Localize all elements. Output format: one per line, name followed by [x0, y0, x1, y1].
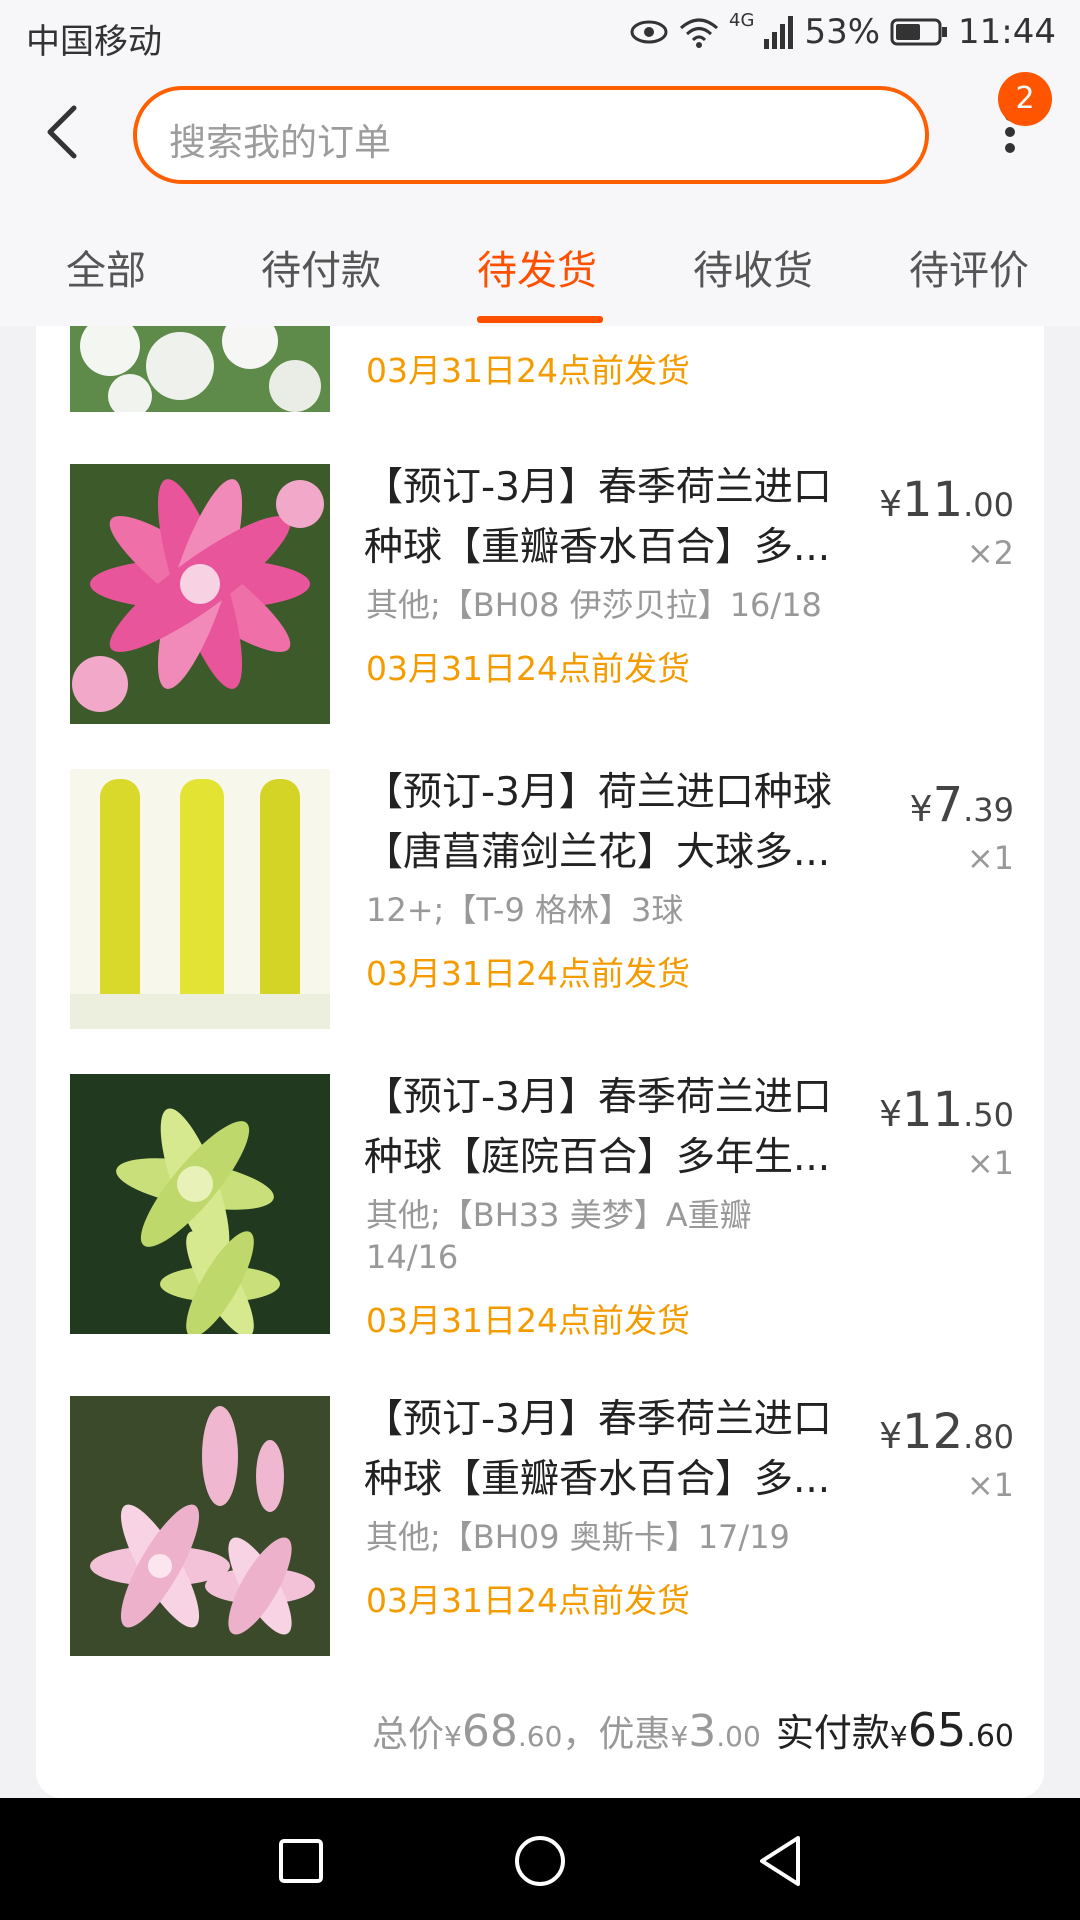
discount-amount: 3	[688, 1706, 717, 1757]
ship-deadline: 03月31日24点前发货	[366, 954, 690, 993]
item-quantity: ×1	[966, 839, 1014, 877]
eye-icon	[630, 20, 668, 44]
discount-label: 优惠	[598, 1714, 671, 1755]
system-nav-bar	[0, 1798, 1080, 1920]
tab-pending-shipment[interactable]: 待发货	[477, 238, 597, 296]
item-quantity: ×2	[966, 534, 1014, 572]
notification-badge: 2	[998, 72, 1052, 126]
product-title: 【预订-3月】春季荷兰进口 种球【庭院百合】多年生...	[364, 1075, 832, 1180]
tab-pending-payment[interactable]: 待付款	[261, 238, 381, 296]
carrier-label: 中国移动	[26, 22, 162, 62]
ship-deadline: 03月31日24点前发货	[366, 1581, 690, 1620]
active-tab-indicator	[477, 316, 603, 323]
home-icon[interactable]	[514, 1835, 566, 1887]
order-summary: 总价¥68.60，优惠¥3.00 实付款¥65.60	[372, 1703, 1014, 1757]
product-image	[70, 769, 330, 1029]
header: 搜索我的订单 2	[0, 72, 1080, 200]
sku-spec: 12+;【T-9 格林】3球	[366, 891, 684, 929]
battery-percent: 53%	[804, 12, 881, 52]
product-image	[70, 326, 330, 412]
sku-spec: 其他;【BH09 奥斯卡】17/19	[366, 1518, 790, 1556]
product-image	[70, 1074, 330, 1334]
search-input[interactable]: 搜索我的订单	[133, 86, 929, 184]
network-type: 4G	[729, 9, 755, 31]
back-icon[interactable]	[756, 1834, 804, 1888]
item-quantity: ×1	[966, 1466, 1014, 1504]
tab-pending-receipt[interactable]: 待收货	[693, 238, 813, 296]
item-price: ¥7.39	[909, 777, 1014, 833]
ship-deadline: 03月31日24点前发货	[366, 1301, 690, 1340]
item-price: ¥12.80	[879, 1404, 1014, 1460]
wifi-icon	[680, 18, 719, 48]
paid-amount: 65	[907, 1703, 967, 1757]
status-bar: 中国移动 4G 53% 11:44	[0, 0, 1080, 72]
back-arrow-icon[interactable]	[40, 102, 84, 162]
product-title: 【预订-3月】春季荷兰进口 种球【重瓣香水百合】多...	[364, 465, 832, 570]
tab-all[interactable]: 全部	[66, 238, 146, 296]
tab-pending-review[interactable]: 待评价	[909, 238, 1029, 296]
recent-apps-icon[interactable]	[278, 1838, 324, 1884]
sku-spec: 其他;【BH08 伊莎贝拉】16/18	[366, 586, 822, 624]
ship-deadline: 03月31日24点前发货	[366, 351, 690, 390]
ship-deadline: 03月31日24点前发货	[366, 649, 690, 688]
order-tabs: 全部 待付款 待发货 待收货 待评价	[0, 200, 1080, 326]
battery-icon	[890, 18, 948, 46]
product-image	[70, 1396, 330, 1656]
signal-icon	[764, 16, 794, 49]
total-label: 总价	[372, 1714, 445, 1755]
paid-label: 实付款	[775, 1711, 890, 1755]
search-placeholder: 搜索我的订单	[169, 121, 391, 164]
clock: 11:44	[958, 12, 1056, 52]
product-title: 【预订-3月】荷兰进口种球 【唐菖蒲剑兰花】大球多...	[364, 770, 832, 875]
item-price: ¥11.00	[879, 472, 1014, 528]
order-card: 03月31日24点前发货 【预订-3月】春季荷兰进口 种球【重瓣香水百合】多...…	[36, 326, 1044, 1798]
product-title: 【预订-3月】春季荷兰进口 种球【重瓣香水百合】多...	[364, 1397, 832, 1502]
item-price: ¥11.50	[879, 1082, 1014, 1138]
total-amount: 68	[461, 1706, 518, 1757]
sku-spec: 其他;【BH33 美梦】A重瓣 14/16	[366, 1196, 752, 1276]
item-quantity: ×1	[966, 1144, 1014, 1182]
status-icons: 4G 53% 11:44	[629, 9, 1056, 52]
product-image	[70, 464, 330, 724]
